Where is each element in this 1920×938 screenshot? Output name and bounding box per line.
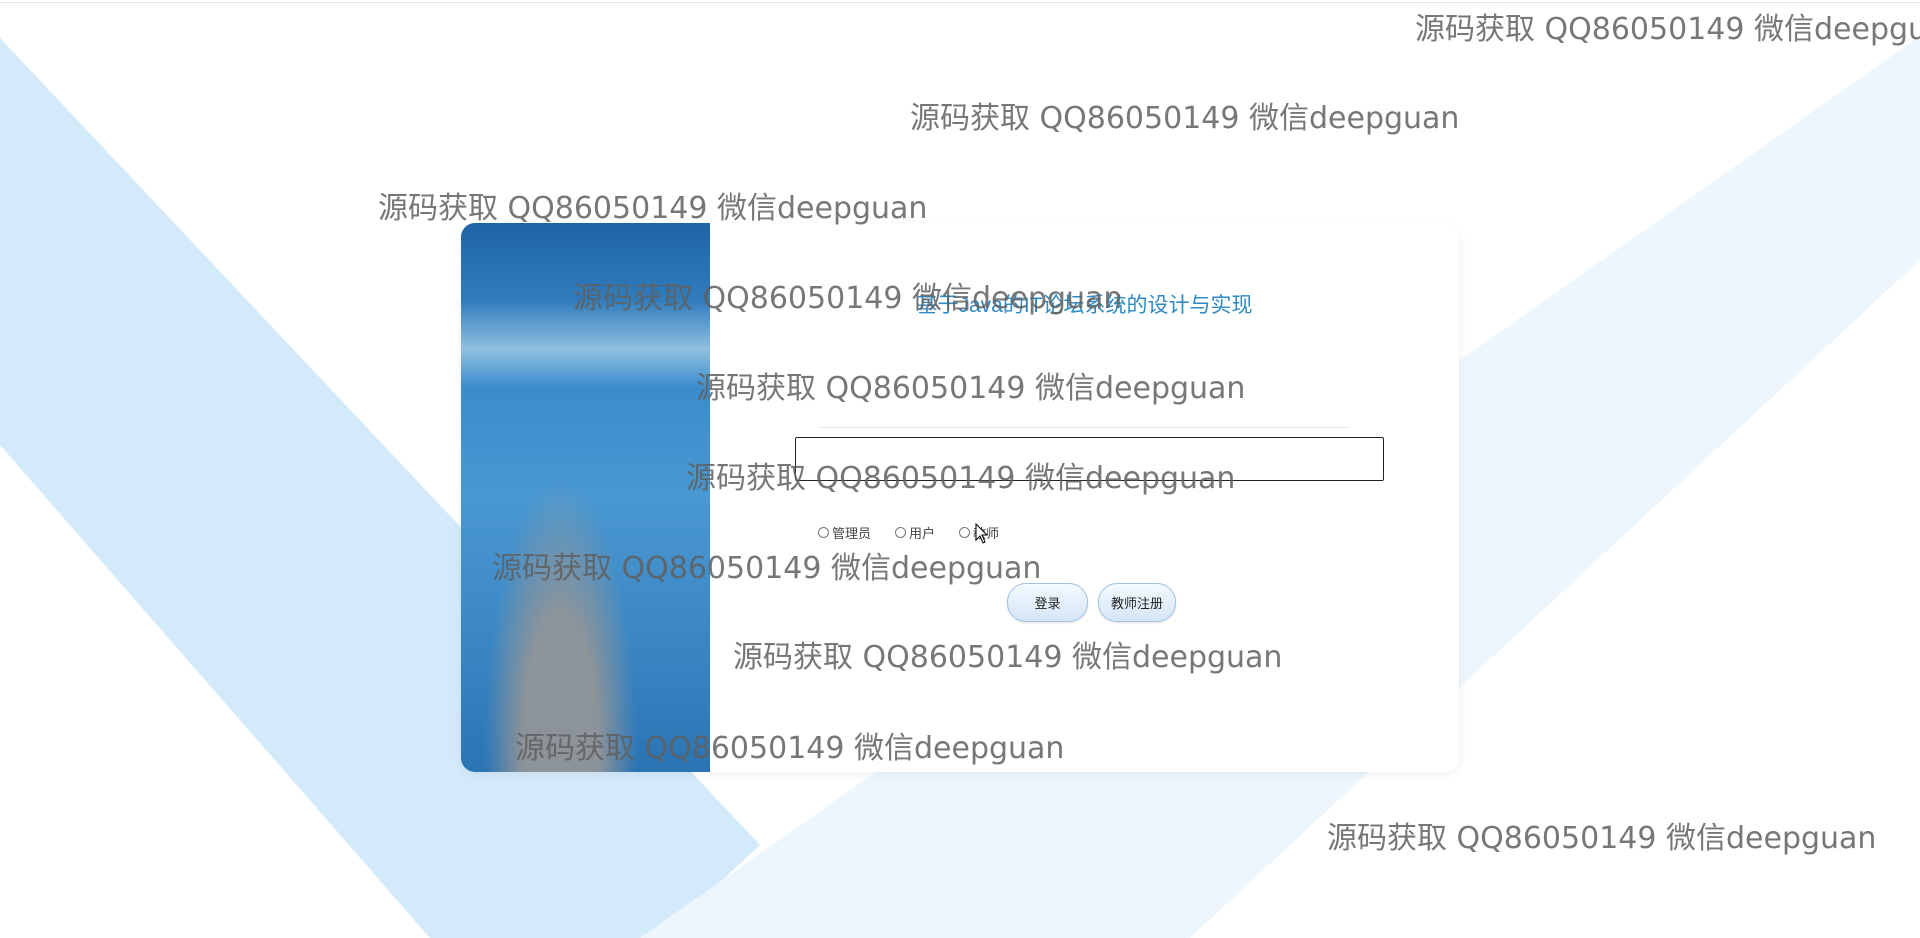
role-admin[interactable]: 管理员 xyxy=(818,523,871,542)
username-input[interactable] xyxy=(820,399,1348,428)
arrow-cursor-icon xyxy=(975,523,989,544)
role-user-label: 用户 xyxy=(909,526,936,541)
login-title: 基于Java的IT论坛系统的设计与实现 xyxy=(916,294,1253,317)
radio-admin[interactable] xyxy=(818,527,829,538)
role-radio-group: 管理员 用户 教师 xyxy=(818,523,999,542)
role-admin-label: 管理员 xyxy=(832,526,872,541)
login-button[interactable]: 登录 xyxy=(1007,583,1088,622)
login-card: 基于Java的IT论坛系统的设计与实现 管理员 用户 教师 登录 教师注册 xyxy=(461,223,1459,772)
radio-teacher[interactable] xyxy=(959,527,971,538)
radio-user[interactable] xyxy=(895,527,907,538)
role-user[interactable]: 用户 xyxy=(895,523,935,542)
teacher-register-button[interactable]: 教师注册 xyxy=(1098,583,1176,622)
password-input[interactable] xyxy=(795,437,1384,481)
